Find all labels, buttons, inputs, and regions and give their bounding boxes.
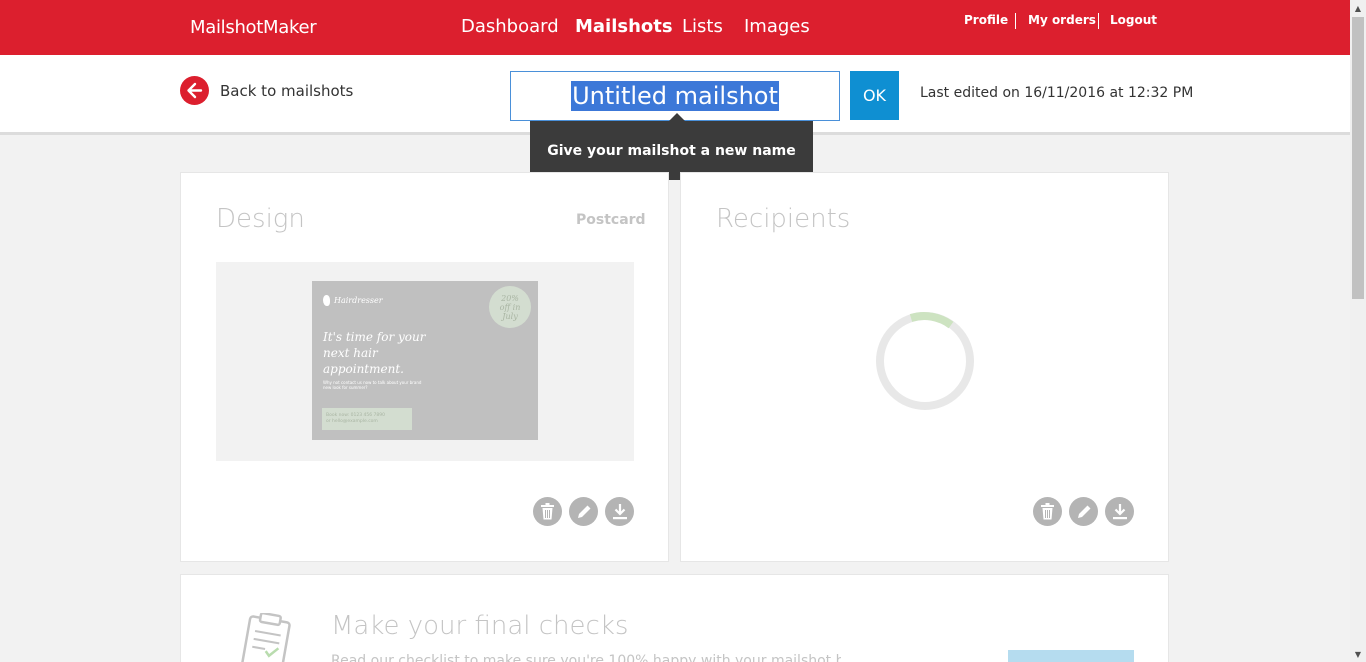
postcard-cta: Book now: 0123 456 7890 or hello@example… — [322, 408, 412, 430]
badge-line: July — [502, 311, 518, 321]
badge-line: 20% — [501, 293, 519, 303]
design-type-label: Postcard — [576, 212, 646, 228]
last-edited-text: Last edited on 16/11/2016 at 12:32 PM — [920, 85, 1194, 101]
trash-icon — [541, 503, 554, 520]
postcard-headline: It's time for your next hair appointment… — [323, 330, 426, 376]
back-to-mailshots-link[interactable]: Back to mailshots — [180, 76, 353, 105]
nav-mailshots[interactable]: Mailshots — [575, 16, 673, 37]
final-checks-button[interactable] — [1008, 650, 1134, 662]
design-card-title: Design — [216, 204, 305, 234]
nav-logout[interactable]: Logout — [1110, 13, 1157, 27]
download-icon — [612, 504, 627, 520]
recipients-download-button[interactable] — [1105, 497, 1134, 526]
nav-separator — [1015, 13, 1016, 29]
trash-icon — [1041, 503, 1054, 520]
badge-line: off in — [499, 302, 521, 312]
postcard-cta-line: or hello@example.com — [326, 419, 378, 424]
design-edit-button[interactable] — [569, 497, 598, 526]
scroll-up-arrow-icon[interactable]: ▲ — [1350, 0, 1366, 16]
nav-images[interactable]: Images — [744, 16, 810, 37]
recipients-card-title: Recipients — [716, 204, 851, 234]
nav-dashboard[interactable]: Dashboard — [461, 16, 559, 37]
nav-lists[interactable]: Lists — [682, 16, 723, 37]
pencil-icon — [577, 505, 590, 518]
nav-profile[interactable]: Profile — [964, 13, 1008, 27]
design-download-button[interactable] — [605, 497, 634, 526]
clipboard-checklist-icon — [240, 613, 291, 662]
recipients-edit-button[interactable] — [1069, 497, 1098, 526]
final-checks-card — [180, 574, 1169, 662]
download-icon — [1112, 504, 1127, 520]
top-navbar: MailshotMaker Dashboard Mailshots Lists … — [0, 0, 1350, 55]
hairdresser-logo-icon — [323, 295, 330, 306]
nav-my-orders[interactable]: My orders — [1028, 13, 1096, 27]
mailshot-name-value: Untitled mailshot — [571, 81, 779, 111]
scroll-down-arrow-icon[interactable]: ▼ — [1350, 646, 1366, 662]
ok-button[interactable]: OK — [850, 71, 899, 120]
postcard-brand-label: Hairdresser — [334, 296, 383, 305]
pencil-icon — [1077, 505, 1090, 518]
postcard-brand: Hairdresser — [323, 295, 383, 306]
final-checks-title: Make your final checks — [331, 611, 629, 641]
loading-spinner-icon — [876, 312, 974, 410]
postcard-thumbnail[interactable]: Hairdresser 20% off in July It's time fo… — [312, 281, 538, 440]
recipients-delete-button[interactable] — [1033, 497, 1062, 526]
postcard-body: Why not contact us now to talk about you… — [323, 380, 422, 390]
scrollbar-thumb[interactable] — [1352, 17, 1364, 299]
nav-separator — [1098, 13, 1099, 29]
back-label: Back to mailshots — [220, 81, 354, 100]
postcard-discount-badge: 20% off in July — [489, 286, 531, 328]
arrow-left-icon — [180, 76, 209, 105]
brand-logo[interactable]: MailshotMaker — [190, 17, 317, 38]
brand-part1: Mailshot — [190, 17, 264, 38]
final-checks-text: Read our checklist to make sure you're 1… — [331, 653, 841, 662]
design-delete-button[interactable] — [533, 497, 562, 526]
brand-part2: Maker — [263, 17, 317, 38]
